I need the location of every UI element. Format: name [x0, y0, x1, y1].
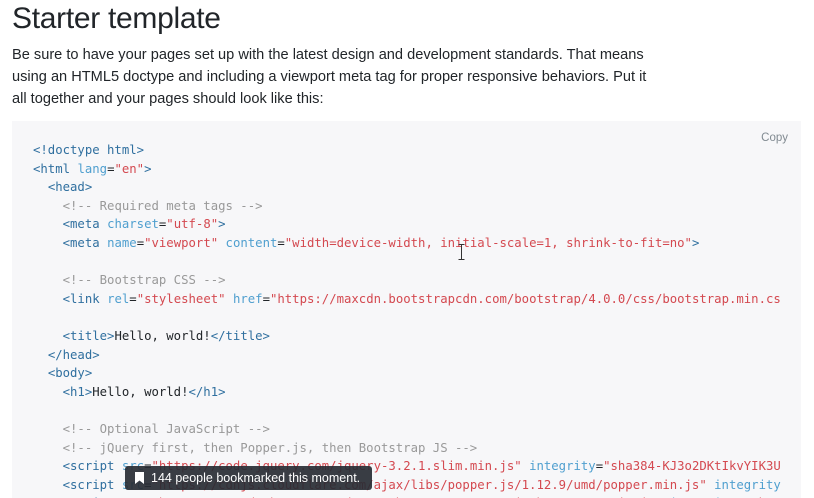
code-text: =: [595, 459, 604, 474]
code-attribute: integrity: [714, 477, 781, 492]
code-text: =: [277, 235, 285, 250]
code-line: ​: [33, 308, 801, 327]
page-title: Starter template: [12, 2, 221, 35]
code-line: <script src="https://maxcdn.bootstrapcdn…: [33, 494, 801, 498]
code-tag: <link: [62, 291, 100, 306]
code-line: <!doctype html>: [33, 141, 801, 160]
code-line: <!-- Required meta tags -->: [33, 197, 801, 216]
code-tag: <h1>: [62, 384, 93, 399]
code-string: "width=device-width, initial-scale=1, sh…: [284, 235, 692, 250]
toast-text: 144 people bookmarked this moment.: [151, 471, 361, 485]
code-tag: <html: [33, 161, 71, 176]
code-string: "stylesheet": [136, 291, 226, 306]
code-line: <body>: [33, 364, 801, 383]
bookmark-icon: [135, 472, 144, 484]
code-line: <head>: [33, 178, 801, 197]
code-line: </head>: [33, 346, 801, 365]
code-text: Hello, world!: [114, 328, 211, 343]
code-string: "sha384-KJ3o2DKtIkvYIK3U: [603, 459, 781, 474]
text-cursor-icon: [458, 244, 465, 260]
code-line: ​: [33, 253, 801, 272]
bookmark-toast: 144 people bookmarked this moment.: [125, 466, 373, 490]
code-line: <h1>Hello, world!</h1>: [33, 383, 801, 402]
code-tag: </title>: [210, 328, 270, 343]
code-text: =: [129, 291, 137, 306]
code-string: "utf-8": [166, 217, 219, 232]
code-comment: <!-- jQuery first, then Popper.js, then …: [62, 440, 478, 455]
code-line: <!-- Optional JavaScript -->: [33, 420, 801, 439]
code-tag: <meta: [62, 217, 100, 232]
code-comment: <!-- Bootstrap CSS -->: [62, 273, 226, 288]
code-attribute: rel: [107, 291, 130, 306]
code-string: "viewport": [144, 235, 219, 250]
code-tag: <title>: [62, 328, 115, 343]
code-line: <meta charset="utf-8">: [33, 215, 801, 234]
code-block: <!doctype html> <html lang="en"> <head> <…: [33, 141, 801, 498]
code-attribute: href: [232, 291, 263, 306]
code-tag: </head>: [47, 347, 100, 362]
code-line: <!-- Bootstrap CSS -->: [33, 271, 801, 290]
code-text: Hello, world!: [92, 384, 189, 399]
code-tag: </h1>: [188, 384, 226, 399]
code-tag: <script: [62, 459, 115, 474]
code-tag: <body>: [47, 366, 93, 381]
code-tag: >: [691, 235, 700, 250]
code-comment: <!-- Optional JavaScript -->: [62, 421, 270, 436]
code-attribute: lang: [77, 161, 108, 176]
code-tag: >: [144, 161, 152, 176]
code-tag: <meta: [62, 235, 100, 250]
code-attribute: integrity: [529, 459, 596, 474]
code-tag: >: [218, 217, 226, 232]
code-example-panel: Copy <!doctype html> <html lang="en"> <he…: [12, 121, 801, 498]
code-tag: <head>: [47, 180, 93, 195]
code-string: "https://maxcdn.bootstrapcdn.com/bootstr…: [269, 291, 781, 306]
code-comment: <!-- Required meta tags -->: [62, 198, 263, 213]
code-attribute: name: [107, 235, 137, 250]
code-attribute: charset: [107, 217, 159, 232]
code-line: <link rel="stylesheet" href="https://max…: [33, 290, 801, 309]
code-tag: <script: [62, 477, 115, 492]
code-tag: <!doctype html>: [33, 143, 145, 157]
code-line: ​: [33, 401, 801, 420]
intro-paragraph: Be sure to have your pages set up with t…: [12, 47, 647, 107]
code-line: <!-- jQuery first, then Popper.js, then …: [33, 439, 801, 458]
code-text: =: [136, 235, 145, 250]
code-line: <title>Hello, world!</title>: [33, 327, 801, 346]
code-text: =: [262, 291, 270, 306]
code-string: "en": [114, 161, 145, 176]
code-line: <html lang="en">: [33, 160, 801, 179]
code-line: <meta name="viewport" content="width=dev…: [33, 234, 801, 253]
code-attribute: content: [225, 235, 278, 250]
